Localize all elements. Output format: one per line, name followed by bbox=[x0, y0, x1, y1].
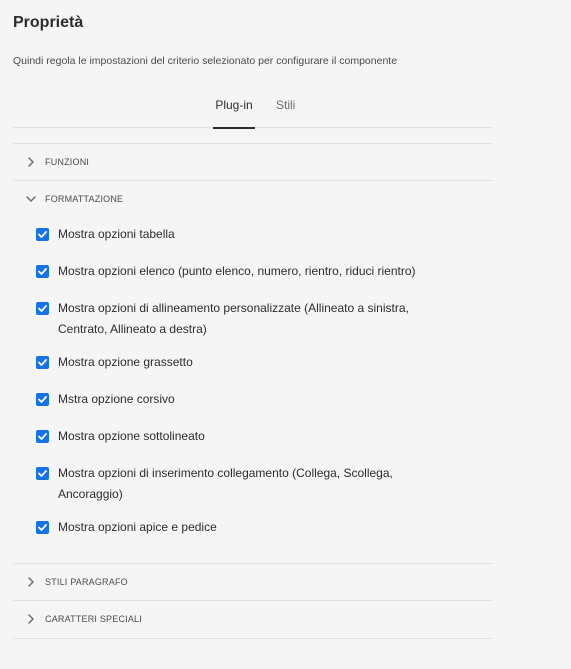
accordion-label: CARATTERI SPECIALI bbox=[45, 614, 142, 624]
option-label: Mstra opzione corsivo bbox=[58, 392, 175, 406]
option-label: Mostra opzioni di allineamento personali… bbox=[58, 301, 409, 336]
checkmark-icon bbox=[38, 433, 47, 440]
option-label: Mostra opzioni elenco (punto elenco, num… bbox=[58, 264, 416, 278]
option-label: Mostra opzione grassetto bbox=[58, 355, 193, 369]
checkbox[interactable] bbox=[36, 302, 49, 315]
accordion-stili-paragrafo: STILI PARAGRAFO bbox=[13, 563, 492, 601]
accordion-header-funzioni[interactable]: FUNZIONI bbox=[13, 144, 492, 181]
properties-panel: Proprietà Quindi regola le impostazioni … bbox=[0, 0, 571, 669]
chevron-right-icon bbox=[28, 157, 34, 167]
tab-stili[interactable]: Stili bbox=[276, 98, 295, 128]
chevron-down-icon bbox=[26, 196, 36, 202]
accordion-formattazione: FORMATTAZIONE Mostra opzioni tabella Mos… bbox=[13, 180, 492, 563]
tab-plug-in[interactable]: Plug-in bbox=[213, 98, 255, 129]
accordion-header-formattazione[interactable]: FORMATTAZIONE bbox=[13, 181, 492, 218]
checkmark-icon bbox=[38, 470, 47, 477]
chevron-right-icon bbox=[28, 577, 34, 587]
panel-subtitle: Quindi regola le impostazioni del criter… bbox=[13, 55, 398, 67]
panel-title: Proprietà bbox=[13, 14, 84, 31]
checkmark-icon bbox=[38, 524, 47, 531]
checkmark-icon bbox=[38, 396, 47, 403]
checkmark-icon bbox=[38, 305, 47, 312]
option-label: Mostra opzioni tabella bbox=[58, 227, 175, 241]
option-label: Mostra opzione sottolineato bbox=[58, 429, 205, 443]
checkbox[interactable] bbox=[36, 521, 49, 534]
accordion-label: STILI PARAGRAFO bbox=[45, 577, 128, 587]
accordion-label: FORMATTAZIONE bbox=[45, 194, 124, 204]
option-label: Mostra opzioni apice e pedice bbox=[58, 520, 217, 534]
chevron-right-icon bbox=[28, 614, 34, 624]
checkbox[interactable] bbox=[36, 356, 49, 369]
checkmark-icon bbox=[38, 231, 47, 238]
accordion-header-caratteri-speciali[interactable]: CARATTERI SPECIALI bbox=[13, 601, 492, 638]
checkmark-icon bbox=[38, 359, 47, 366]
accordion-header-stili-paragrafo[interactable]: STILI PARAGRAFO bbox=[13, 564, 492, 601]
accordion-label: FUNZIONI bbox=[45, 157, 90, 167]
accordion-caratteri-speciali: CARATTERI SPECIALI bbox=[13, 600, 492, 639]
tab-list: Plug-in Stili bbox=[13, 88, 492, 129]
checkbox[interactable] bbox=[36, 265, 49, 278]
checkmark-icon bbox=[38, 268, 47, 275]
accordion-funzioni: FUNZIONI bbox=[13, 143, 492, 181]
option-label: Mostra opzioni di inserimento collegamen… bbox=[58, 466, 393, 501]
checkbox[interactable] bbox=[36, 393, 49, 406]
checkbox[interactable] bbox=[36, 467, 49, 480]
checkbox[interactable] bbox=[36, 430, 49, 443]
checkbox[interactable] bbox=[36, 228, 49, 241]
